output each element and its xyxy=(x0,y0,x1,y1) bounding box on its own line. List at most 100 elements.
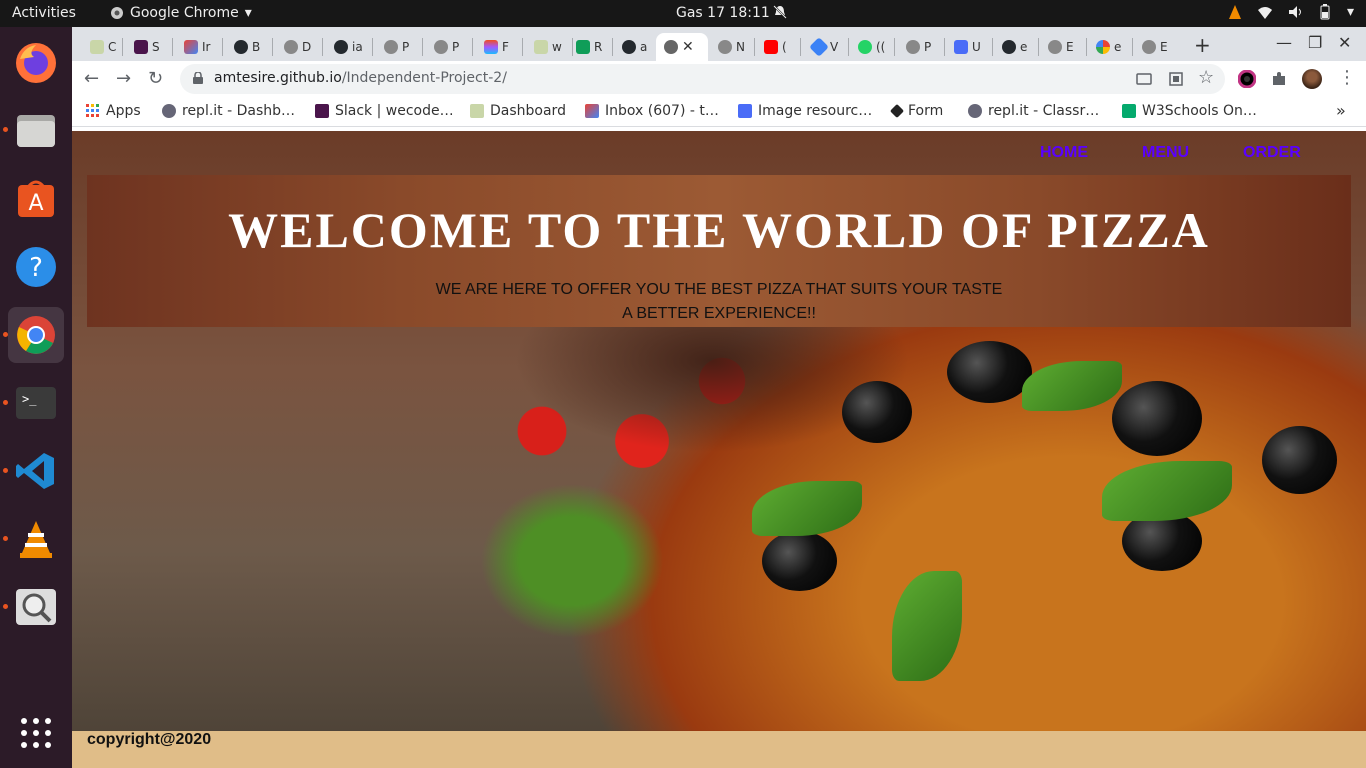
dashboard-icon xyxy=(470,104,484,118)
profile-avatar[interactable] xyxy=(1302,69,1322,89)
svg-text:>_: >_ xyxy=(22,392,37,406)
bookmark-item[interactable]: Image resourc… xyxy=(738,103,872,119)
dock-vlc[interactable] xyxy=(8,511,64,567)
tab[interactable]: C xyxy=(82,33,120,61)
more-bookmarks-button[interactable]: » xyxy=(1336,101,1346,120)
tab[interactable]: D xyxy=(276,33,320,61)
tab[interactable]: e xyxy=(994,33,1038,61)
tab[interactable]: R xyxy=(568,33,612,61)
tab[interactable]: V xyxy=(804,33,848,61)
tab[interactable]: S xyxy=(126,33,170,61)
vlc-tray-icon xyxy=(1228,5,1241,19)
bookmark-label: Slack | wecode… xyxy=(335,103,454,119)
forward-button[interactable]: → xyxy=(116,68,131,89)
gmail-icon xyxy=(184,40,198,54)
bookmark-item[interactable]: Slack | wecode… xyxy=(315,103,454,119)
globe-icon xyxy=(434,40,448,54)
bookmark-item[interactable]: repl.it - Classr… xyxy=(968,103,1099,119)
dock-help[interactable]: ? xyxy=(8,239,64,295)
tab[interactable]: P xyxy=(426,33,470,61)
tab[interactable]: Ir xyxy=(176,33,220,61)
tab[interactable]: E xyxy=(1040,33,1084,61)
url-text: amtesire.github.io/Independent-Project-2… xyxy=(214,70,507,86)
dock-terminal[interactable]: >_ xyxy=(8,375,64,431)
tab[interactable]: w xyxy=(526,33,570,61)
replit-icon xyxy=(162,104,176,118)
globe-icon xyxy=(906,40,920,54)
url-path: /Independent-Project-2/ xyxy=(341,70,507,86)
tab[interactable]: (( xyxy=(850,33,894,61)
tagline-line-2: A BETTER EXPERIENCE!! xyxy=(622,305,816,322)
github-icon xyxy=(334,40,348,54)
olive-decoration xyxy=(762,531,837,591)
tab-label: ( xyxy=(782,40,787,54)
tab-active[interactable]: ✕ xyxy=(656,33,708,61)
globe-icon xyxy=(664,40,678,54)
tab[interactable]: F xyxy=(476,33,520,61)
bookmark-item[interactable]: Dashboard xyxy=(470,103,566,119)
cast-icon[interactable] xyxy=(1135,70,1153,88)
github-icon xyxy=(1002,40,1016,54)
docs-icon xyxy=(738,104,752,118)
vscode-icon xyxy=(16,453,54,489)
tab[interactable]: ia xyxy=(326,33,370,61)
address-bar[interactable]: amtesire.github.io/Independent-Project-2… xyxy=(180,64,1225,94)
bookmark-item[interactable]: repl.it - Dashb… xyxy=(162,103,295,119)
bookmark-label: Dashboard xyxy=(490,103,566,119)
dock-show-apps[interactable] xyxy=(8,705,64,761)
bookmark-label: Inbox (607) - t… xyxy=(605,103,719,119)
extension-color-icon[interactable] xyxy=(1238,70,1256,88)
extensions-puzzle-icon[interactable] xyxy=(1270,70,1288,88)
clock[interactable]: Gas 17 18:11 xyxy=(676,5,770,21)
svg-text:A: A xyxy=(28,191,43,216)
bookmark-item[interactable]: W3Schools On… xyxy=(1122,103,1257,119)
do-not-disturb-icon xyxy=(772,4,788,24)
maximize-button[interactable]: ❐ xyxy=(1308,33,1322,52)
back-button[interactable]: ← xyxy=(84,68,99,89)
tab[interactable]: U xyxy=(946,33,990,61)
tab-strip: C S Ir B D ia P P F w R a ✕ N ( V (( P U xyxy=(72,27,1366,61)
tab[interactable]: a xyxy=(614,33,654,61)
app-menu[interactable]: Google Chrome ▾ xyxy=(110,5,252,21)
tab-label: N xyxy=(736,40,745,54)
copyright-text: copyright@2020 xyxy=(87,731,212,748)
tab[interactable]: ( xyxy=(756,33,800,61)
nav-home-link[interactable]: HOME xyxy=(1040,144,1088,162)
bookmark-item[interactable]: Inbox (607) - t… xyxy=(585,103,719,119)
dock-chrome[interactable] xyxy=(8,307,64,363)
tab[interactable]: E xyxy=(1134,33,1178,61)
volume-icon xyxy=(1288,6,1301,18)
close-window-button[interactable]: ✕ xyxy=(1338,33,1351,52)
new-tab-button[interactable]: + xyxy=(1194,33,1211,57)
slack-icon xyxy=(134,40,148,54)
tab-close-icon[interactable]: ✕ xyxy=(682,39,694,55)
tab[interactable]: e xyxy=(1088,33,1132,61)
nav-order-link[interactable]: ORDER xyxy=(1243,144,1301,162)
system-tray[interactable]: ▾ xyxy=(1227,4,1354,20)
dock-software[interactable]: A xyxy=(8,171,64,227)
chrome-menu-icon[interactable]: ⋮ xyxy=(1338,67,1356,88)
minimize-button[interactable]: — xyxy=(1276,33,1292,52)
dock-firefox[interactable] xyxy=(8,35,64,91)
nav-menu-link[interactable]: MENU xyxy=(1142,144,1189,162)
dock-vscode[interactable] xyxy=(8,443,64,499)
dock-files[interactable] xyxy=(8,103,64,159)
activities-button[interactable]: Activities xyxy=(12,5,76,21)
reload-button[interactable]: ↻ xyxy=(148,68,163,89)
dock-screenshot[interactable] xyxy=(8,579,64,635)
bookmark-item[interactable]: Apps xyxy=(86,103,141,119)
apps-grid-icon[interactable] xyxy=(1167,70,1185,88)
tab-label: (( xyxy=(876,40,886,54)
tab-label: E xyxy=(1160,40,1168,54)
bookmark-item[interactable]: Form xyxy=(889,103,943,119)
tab[interactable]: P xyxy=(376,33,420,61)
tab[interactable]: N xyxy=(710,33,754,61)
tab-label: R xyxy=(594,40,603,54)
tab[interactable]: B xyxy=(226,33,270,61)
url-host: amtesire.github.io xyxy=(214,70,342,86)
show-apps-icon xyxy=(21,718,51,748)
tab[interactable]: P xyxy=(898,33,942,61)
tab-label: ia xyxy=(352,40,363,54)
tab-label: F xyxy=(502,40,509,54)
bookmark-star-icon[interactable]: ☆ xyxy=(1198,67,1214,88)
